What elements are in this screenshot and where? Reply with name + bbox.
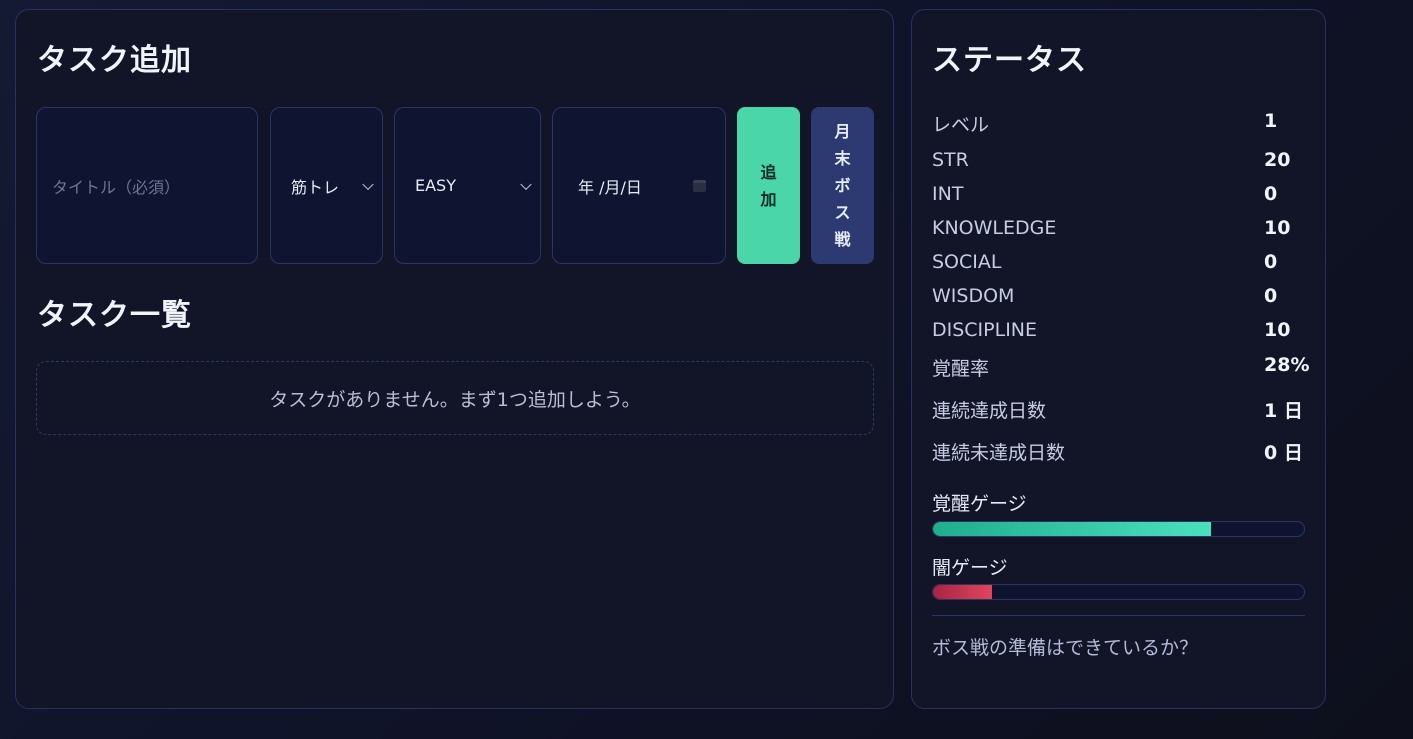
- status-value: 0 日: [1264, 442, 1303, 464]
- dark-gauge-fill: [933, 585, 993, 599]
- dark-gauge: [932, 584, 1305, 600]
- status-value: 1 日: [1264, 400, 1303, 422]
- status-value: 10: [1264, 319, 1291, 341]
- status-label: 覚醒率: [932, 358, 990, 380]
- boss-button-label: 月末ボス戦: [834, 122, 851, 249]
- status-value: 0: [1264, 183, 1278, 205]
- chevron-down-icon: [362, 178, 374, 190]
- status-value: 28%: [1264, 354, 1310, 376]
- status-label: INT: [932, 183, 964, 205]
- status-value: 10: [1264, 217, 1291, 239]
- task-panel: タスク追加 タイトル（必須） 筋トレ EASY 年 /月/日 追加 月末ボス戦 …: [15, 9, 894, 709]
- status-value: 0: [1264, 285, 1278, 307]
- status-label: KNOWLEDGE: [932, 217, 1057, 239]
- status-title: ステータス: [932, 43, 1087, 78]
- status-value: 1: [1264, 110, 1278, 132]
- add-button-label: 追加: [760, 162, 777, 209]
- status-label: SOCIAL: [932, 251, 1002, 273]
- chevron-down-icon: [520, 178, 532, 190]
- awakening-gauge-fill: [933, 522, 1212, 536]
- category-select[interactable]: 筋トレ: [270, 107, 383, 264]
- status-value: 20: [1264, 149, 1291, 171]
- status-label: DISCIPLINE: [932, 319, 1038, 341]
- task-list-empty-state: タスクがありません。まず1つ追加しよう。: [36, 361, 874, 435]
- difficulty-select-value: EASY: [415, 176, 456, 195]
- month-end-boss-button[interactable]: 月末ボス戦: [811, 107, 874, 264]
- awakening-gauge-label: 覚醒ゲージ: [932, 493, 1027, 515]
- add-button[interactable]: 追加: [737, 107, 800, 264]
- task-add-title: タスク追加: [37, 43, 192, 78]
- difficulty-select[interactable]: EASY: [394, 107, 541, 264]
- boss-ready-message: ボス戦の準備はできているか？: [932, 637, 1199, 659]
- status-value: 0: [1264, 251, 1278, 273]
- title-input[interactable]: タイトル（必須）: [36, 107, 258, 264]
- status-label: WISDOM: [932, 285, 1015, 307]
- empty-message: タスクがありません。まず1つ追加しよう。: [269, 388, 641, 411]
- status-label: レベル: [932, 114, 990, 136]
- date-input[interactable]: 年 /月/日: [552, 107, 726, 264]
- calendar-icon[interactable]: [693, 179, 706, 192]
- task-list-title: タスク一覧: [37, 298, 192, 333]
- dark-gauge-label: 闇ゲージ: [932, 557, 1008, 579]
- status-label: 連続未達成日数: [932, 442, 1066, 464]
- date-input-value: 年 /月/日: [578, 177, 642, 197]
- status-label: STR: [932, 149, 969, 171]
- title-input-placeholder: タイトル（必須）: [52, 177, 181, 197]
- status-panel: ステータス レベル 1 STR 20 INT 0 KNOWLEDGE 10 SOCIAL 0 WIS…: [911, 9, 1326, 709]
- category-select-value: 筋トレ: [291, 177, 340, 197]
- divider: [932, 615, 1305, 616]
- status-label: 連続達成日数: [932, 400, 1047, 422]
- awakening-gauge: [932, 521, 1305, 537]
